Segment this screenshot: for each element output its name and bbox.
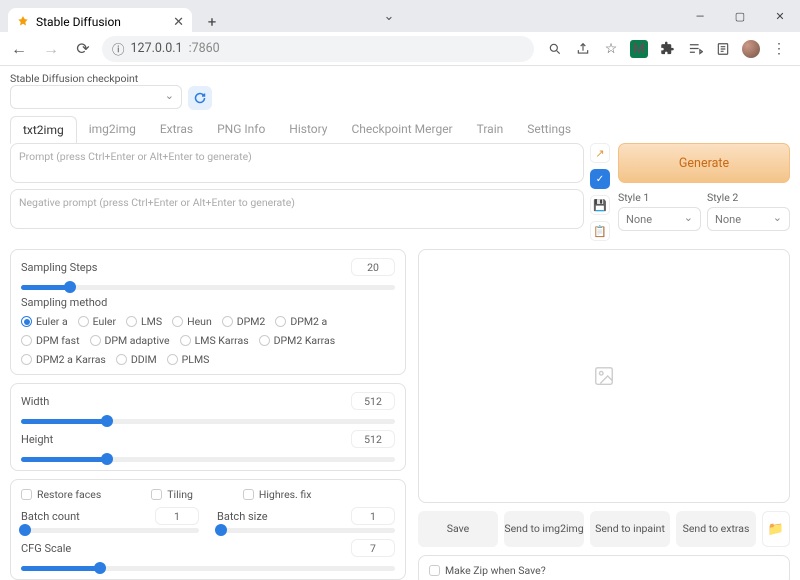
height-slider[interactable] (21, 457, 395, 462)
sampler-euler-a[interactable]: Euler a (21, 315, 68, 328)
width-value[interactable]: 512 (351, 392, 395, 410)
tab-train[interactable]: Train (465, 116, 516, 144)
width-label: Width (21, 395, 49, 408)
star-icon[interactable]: ☆ (602, 40, 620, 58)
tab-settings[interactable]: Settings (515, 116, 583, 144)
sampler-dpm2-a-karras[interactable]: DPM2 a Karras (21, 353, 106, 366)
style1-select[interactable]: None (618, 207, 701, 231)
extension-m-icon[interactable]: M (630, 40, 648, 58)
avatar[interactable] (742, 40, 760, 58)
batch-size-slider[interactable] (217, 528, 395, 533)
apply-style-button[interactable]: ✓ (590, 169, 610, 189)
tab-png-info[interactable]: PNG Info (205, 116, 277, 144)
kebab-icon[interactable]: ⋮ (770, 40, 788, 58)
sampler-lms[interactable]: LMS (126, 315, 162, 328)
url-port: :7860 (189, 41, 220, 56)
maximize-button[interactable]: ▢ (720, 0, 760, 32)
style2-select[interactable]: None (707, 207, 790, 231)
minimize-button[interactable]: — (680, 0, 720, 32)
paste-button[interactable]: 📋 (590, 221, 610, 241)
tab-title: Stable Diffusion (36, 15, 121, 29)
main-tabs: txt2imgimg2imgExtrasPNG InfoHistoryCheck… (10, 116, 790, 144)
sampler-dpm-adaptive[interactable]: DPM adaptive (90, 334, 170, 347)
batch-size-label: Batch size (217, 510, 268, 523)
sampler-ddim[interactable]: DDIM (116, 353, 157, 366)
tab-checkpoint-merger[interactable]: Checkpoint Merger (339, 116, 464, 144)
forward-button[interactable]: → (38, 36, 64, 62)
steps-value[interactable]: 20 (351, 258, 395, 276)
tab-favicon (16, 15, 30, 29)
sampler-lms-karras[interactable]: LMS Karras (180, 334, 249, 347)
sampler-plms[interactable]: PLMS (167, 353, 210, 366)
tab-history[interactable]: History (277, 116, 339, 144)
steps-slider[interactable] (21, 285, 395, 290)
puzzle-icon[interactable] (658, 40, 676, 58)
close-icon[interactable]: ✕ (173, 15, 184, 30)
restore-faces-checkbox[interactable]: Restore faces (21, 488, 101, 501)
cfg-label: CFG Scale (21, 542, 71, 555)
tab-extras[interactable]: Extras (148, 116, 205, 144)
height-label: Height (21, 433, 53, 446)
style2-label: Style 2 (707, 191, 790, 204)
back-button[interactable]: ← (6, 36, 32, 62)
search-icon[interactable] (546, 40, 564, 58)
open-folder-button[interactable]: 📁 (762, 511, 790, 547)
send-to-inpaint-button[interactable]: Send to inpaint (590, 511, 670, 547)
batch-size-value[interactable]: 1 (351, 507, 395, 525)
chevron-down-icon[interactable]: ⌄ (384, 9, 395, 24)
height-value[interactable]: 512 (351, 430, 395, 448)
sampler-dpm-fast[interactable]: DPM fast (21, 334, 80, 347)
sampling-method-group: Euler a Euler LMS Heun DPM2 DPM2 a DPM fast DPM… (21, 315, 395, 366)
url-host: 127.0.0.1 (131, 41, 183, 56)
highres-fix-checkbox[interactable]: Highres. fix (243, 488, 312, 501)
reload-button[interactable]: ⟳ (70, 36, 96, 62)
playlist-icon[interactable] (686, 40, 704, 58)
prompt-input[interactable]: Prompt (press Ctrl+Enter or Alt+Enter to… (10, 143, 584, 183)
share-icon[interactable] (574, 40, 592, 58)
tab-img2img[interactable]: img2img (77, 116, 148, 144)
cfg-value[interactable]: 7 (351, 539, 395, 557)
batch-count-slider[interactable] (21, 528, 199, 533)
save-button[interactable]: Save (418, 511, 498, 547)
new-tab-button[interactable]: + (198, 8, 226, 36)
batch-count-label: Batch count (21, 510, 80, 523)
style1-label: Style 1 (618, 191, 701, 204)
image-placeholder-icon (593, 365, 615, 387)
address-bar[interactable]: ⓘ 127.0.0.1 :7860 (102, 36, 534, 62)
checkpoint-label: Stable Diffusion checkpoint (10, 72, 182, 85)
sampler-euler[interactable]: Euler (78, 315, 116, 328)
sampler-dpm2[interactable]: DPM2 (222, 315, 266, 328)
width-slider[interactable] (21, 419, 395, 424)
reader-icon[interactable] (714, 40, 732, 58)
checkpoint-select[interactable] (10, 85, 182, 109)
site-info-icon[interactable]: ⓘ (112, 39, 125, 58)
generate-button[interactable]: Generate (618, 143, 790, 183)
close-window-button[interactable]: ✕ (760, 0, 800, 32)
sampler-dpm2-karras[interactable]: DPM2 Karras (259, 334, 336, 347)
result-canvas (418, 249, 790, 503)
refresh-checkpoint-button[interactable] (188, 86, 212, 110)
negative-prompt-input[interactable]: Negative prompt (press Ctrl+Enter or Alt… (10, 189, 584, 229)
sampler-heun[interactable]: Heun (172, 315, 212, 328)
browser-tab[interactable]: Stable Diffusion ✕ (8, 8, 192, 36)
cfg-slider[interactable] (21, 566, 395, 571)
tab-txt2img[interactable]: txt2img (10, 116, 77, 144)
sampling-method-label: Sampling method (21, 296, 395, 309)
sampler-dpm2-a[interactable]: DPM2 a (275, 315, 327, 328)
send-to-extras-button[interactable]: Send to extras (676, 511, 756, 547)
save-style-button[interactable]: 💾 (590, 195, 610, 215)
steps-label: Sampling Steps (21, 261, 97, 274)
make-zip-checkbox[interactable]: Make Zip when Save? (429, 564, 779, 577)
batch-count-value[interactable]: 1 (155, 507, 199, 525)
send-to-img2img-button[interactable]: Send to img2img (504, 511, 584, 547)
tiling-checkbox[interactable]: Tiling (151, 488, 193, 501)
interrogate-button[interactable]: ↗ (590, 143, 610, 163)
